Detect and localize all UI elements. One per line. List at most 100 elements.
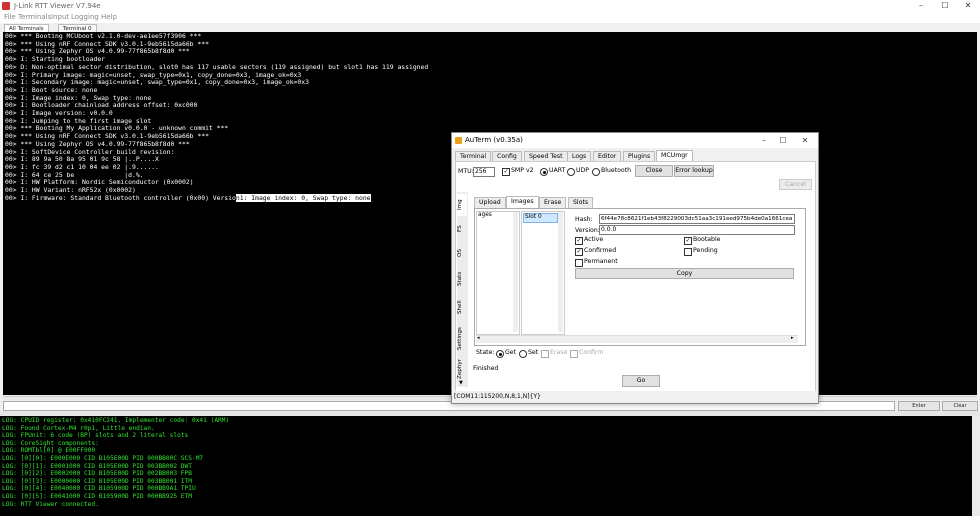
version-field[interactable]: 0.0.0 [599,225,795,235]
pending-label: Pending [693,247,718,254]
side-tab-stats[interactable]: Stats [457,266,467,292]
state-erase-checkbox[interactable] [541,350,549,358]
slots-list[interactable]: Slot 0 [521,211,565,335]
terminal-selection: n1: Image index: 0, Swap type: none [235,193,371,202]
active-checkbox[interactable]: ✓ [575,237,583,245]
auterm-window: AuTerm (v0.35a) – ☐ ✕ Terminal Config Sp… [451,132,819,404]
menu-file[interactable]: File [4,12,16,23]
smp-v2-label: SMP v2 [511,167,534,174]
log-line: LOG: [0][5]: E0041000 CID B105900D PID 0… [2,493,192,500]
terminal-tab-bar: All Terminals Terminal 0 [0,23,980,33]
menu-input[interactable]: Input [51,12,69,23]
version-label: Version: [575,227,600,234]
scroll-left-icon[interactable]: ◂ [477,335,480,341]
state-get-label: Get [505,349,517,356]
slot-0-label: Slot 0 [525,214,542,220]
log-line: LOG: FPUnit: 6 code (BP) slots and 2 lit… [2,432,189,440]
clear-button[interactable]: Clear [942,401,978,411]
scroll-right-icon[interactable]: ▸ [791,335,794,341]
confirmed-label: Confirmed [584,247,617,254]
state-label: State: [476,349,495,356]
log-line: LOG: CoreSight components: [2,439,99,447]
log-output[interactable]: LOG: CPUID register: 0x410FC241. Impleme… [0,416,972,516]
state-confirm-checkbox[interactable] [570,350,578,358]
enter-button[interactable]: Enter [898,401,940,411]
menu-terminals[interactable]: Terminals [18,12,51,23]
copy-button[interactable]: Copy [575,268,794,279]
auterm-maximize-button[interactable]: ☐ [775,133,791,148]
state-set-label: Set [528,349,539,356]
log-line: LOG: Found Cortex-M4 r0p1, Little endian… [2,424,155,432]
side-tab-os[interactable]: OS [457,242,467,264]
menu-bar: File Terminals Input Logging Help [0,12,980,23]
bluetooth-label: Bluetooth [601,167,632,174]
log-line: LOG: [0][1]: E0001000 CID B105E00D PID 0… [2,462,192,470]
window-title: J-Link RTT Viewer V7.94e [14,2,101,10]
maximize-button[interactable]: ☐ [939,0,951,12]
port-status: [COM11:115200,N,8,1,N]{Y} [454,393,541,400]
app-icon [2,2,10,10]
images-panel: ages Slot 0 Hash: 6f44e78c8621f1eb43f822… [474,208,806,346]
permanent-checkbox[interactable] [575,259,583,267]
terminal-line-last: 00> I: Firmware: Standard Bluetooth cont… [5,193,371,203]
menu-help[interactable]: Help [101,12,117,23]
bootable-label: Bootable [693,236,721,243]
auterm-close-button[interactable]: ✕ [797,133,813,148]
scroll-down-icon[interactable]: ▼ [459,380,463,386]
subtab-slots[interactable]: Slots [568,197,594,208]
auterm-status-bar: [COM11:115200,N,8,1,N]{Y} [452,391,818,403]
subtab-images[interactable]: Images [506,196,539,208]
log-line: LOG: CPUID register: 0x410FC241. Impleme… [2,417,230,424]
close-port-button[interactable]: Close [635,165,673,177]
subtab-upload[interactable]: Upload [474,197,506,208]
mcumgr-page: MTU: 256 ✓ SMP v2 UART UDP Bluetooth Clo… [455,161,816,393]
active-label: Active [584,236,604,243]
cancel-button[interactable]: Cancel [779,179,812,190]
side-tab-bar: Img FS OS Stats Shell Settings Zephyr ▼ [457,192,468,387]
mtu-label: MTU: [458,168,474,175]
confirmed-checkbox[interactable]: ✓ [575,248,583,256]
side-tab-settings[interactable]: Settings [457,322,467,356]
error-lookup-button[interactable]: Error lookup [674,165,714,177]
side-tab-fs[interactable]: FS [457,218,467,240]
go-button[interactable]: Go [622,375,660,387]
images-list[interactable]: ages [476,211,520,335]
log-line: LOG: [0][3]: E0000000 CID B105E00D PID 0… [2,477,192,485]
status-text: Finished [473,365,499,372]
state-get-radio[interactable] [496,350,504,358]
slots-list-scrollbar[interactable] [558,212,563,332]
minimize-button[interactable]: – [915,0,927,12]
log-line: LOG: [0][4]: E0040000 CID B105900D PID 0… [2,485,196,493]
side-tab-zephyr[interactable]: Zephyr [457,358,467,380]
uart-label: UART [549,167,566,174]
auterm-title-bar: AuTerm (v0.35a) – ☐ ✕ [452,133,818,148]
state-set-radio[interactable] [519,350,527,358]
auterm-minimize-button[interactable]: – [756,133,772,148]
images-list-scrollbar[interactable] [513,212,518,332]
hash-label: Hash: [575,216,593,223]
side-tab-shell[interactable]: Shell [457,294,467,320]
mtu-value: 256 [475,168,487,175]
udp-radio[interactable] [567,168,575,176]
state-erase-label: Erase [550,349,568,356]
auterm-title: AuTerm (v0.35a) [465,136,523,144]
pending-checkbox[interactable] [684,248,692,256]
auterm-app-icon [455,137,462,144]
subtab-erase[interactable]: Erase [539,197,567,208]
menu-logging[interactable]: Logging [71,12,99,23]
close-button[interactable]: ✕ [962,0,974,12]
side-tab-img[interactable]: Img [457,194,467,216]
uart-radio[interactable] [540,168,548,176]
log-vertical-scrollbar[interactable] [972,416,980,516]
images-list-item[interactable]: ages [478,211,492,220]
permanent-label: Permanent [584,258,618,265]
log-line: LOG: RTT Viewer connected. [2,500,99,508]
bootable-checkbox[interactable]: ✓ [684,237,692,245]
images-horizontal-scrollbar[interactable]: ◂ ▸ [476,335,798,343]
smp-v2-checkbox[interactable]: ✓ [502,168,510,176]
slots-list-selected[interactable]: Slot 0 [523,213,558,223]
mtu-spinbox[interactable]: 256 [473,167,495,177]
hash-field[interactable]: 6f44e78c8621f1eb43f8229003dc51aa3c191eed… [599,214,795,224]
bluetooth-radio[interactable] [592,168,600,176]
log-line: LOG: [0][0]: E000E000 CID B105E00D PID 0… [2,455,204,462]
